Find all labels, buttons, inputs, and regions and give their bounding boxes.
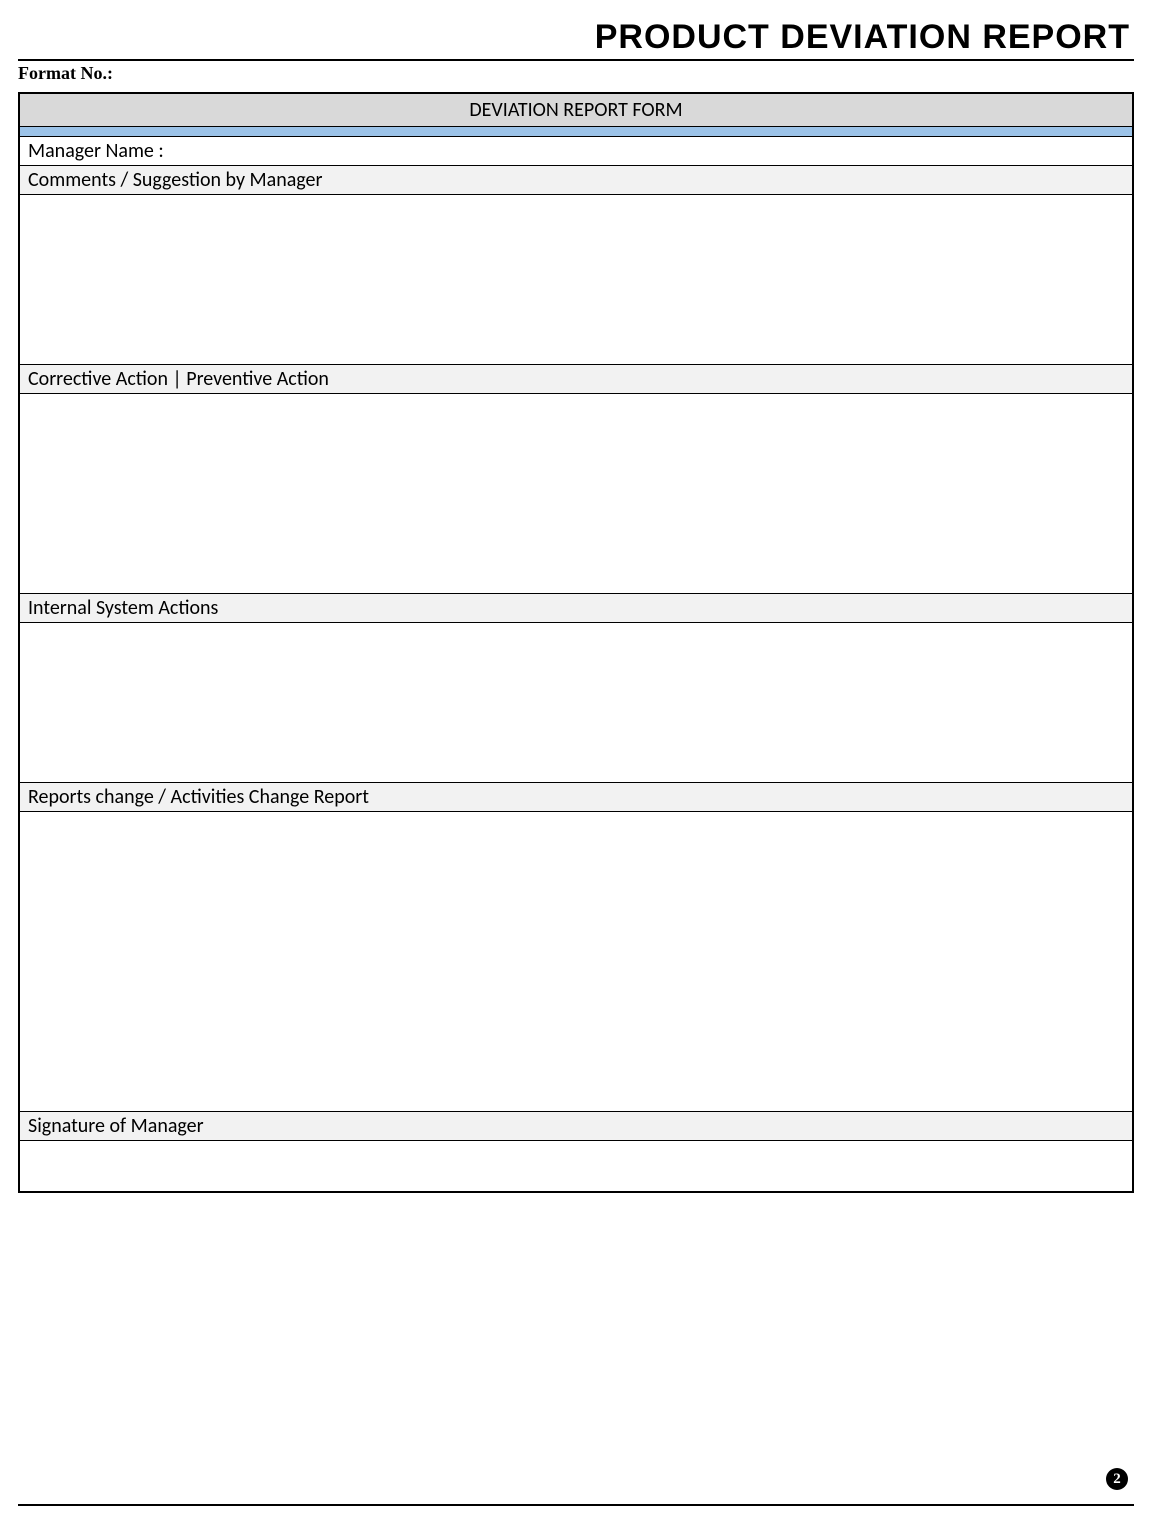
comments-field[interactable]	[20, 195, 1132, 365]
corrective-action-field[interactable]	[20, 394, 1132, 594]
format-number-label: Format No.:	[18, 63, 1134, 84]
footer-divider	[18, 1504, 1134, 1506]
page-title: PRODUCT DEVIATION REPORT	[18, 18, 1134, 57]
internal-actions-field[interactable]	[20, 623, 1132, 783]
signature-field[interactable]	[20, 1141, 1132, 1191]
signature-label: Signature of Manager	[20, 1112, 1132, 1141]
comments-label: Comments / Suggestion by Manager	[20, 166, 1132, 195]
form-accent-band	[20, 127, 1132, 137]
reports-change-label: Reports change / Activities Change Repor…	[20, 783, 1132, 812]
page-number-badge: 2	[1106, 1468, 1128, 1490]
internal-actions-label: Internal System Actions	[20, 594, 1132, 623]
corrective-action-label: Corrective Action | Preventive Action	[20, 365, 1132, 394]
reports-change-field[interactable]	[20, 812, 1132, 1112]
deviation-form: DEVIATION REPORT FORM Manager Name : Com…	[18, 92, 1134, 1193]
form-title: DEVIATION REPORT FORM	[20, 94, 1132, 127]
manager-name-label: Manager Name :	[20, 137, 1132, 166]
header-divider	[18, 59, 1134, 61]
